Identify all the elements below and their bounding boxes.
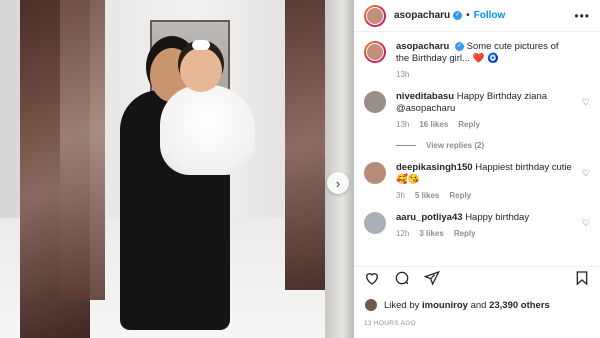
post-photo[interactable]: › (0, 0, 354, 338)
heart-icon[interactable]: ♡ (582, 97, 590, 108)
caption-username[interactable]: asopacharu (396, 41, 449, 52)
heart-icon[interactable]: ♡ (582, 168, 590, 179)
likes-summary: Liked by imouniroy and 23,390 others (364, 298, 590, 312)
action-bar (354, 266, 600, 294)
photo-marble-wall-right (285, 0, 325, 290)
author-username[interactable]: asopacharu (394, 10, 450, 21)
post-side-panel: asopacharu ✓ • Follow ••• asopacharu ✓ S… (354, 0, 600, 338)
comment-item: aaru_potliya43 Happy birthday 12h 3 like… (364, 212, 590, 240)
likes-count[interactable]: 23,390 others (489, 300, 550, 311)
instagram-post-frame: › asopacharu ✓ • Follow ••• asopacharu ✓… (0, 0, 600, 338)
comment-likes[interactable]: 16 likes (419, 119, 448, 131)
photo-baby-dress (160, 85, 255, 175)
photo-baby-head (180, 48, 222, 92)
photo-elevator-door (325, 0, 354, 338)
comment-username[interactable]: niveditabasu (396, 91, 454, 102)
reply-button[interactable]: Reply (458, 119, 480, 131)
verified-icon: ✓ (454, 41, 464, 51)
follow-button[interactable]: Follow (474, 10, 506, 21)
post-timestamp: 13 HOURS AGO (364, 320, 417, 327)
likes-prefix: Liked by (384, 299, 420, 311)
comment-username[interactable]: deepikasingh150 (396, 162, 473, 173)
like-button[interactable] (364, 270, 380, 291)
comment-username[interactable]: aaru_potliya43 (396, 212, 463, 223)
share-icon (423, 270, 440, 286)
header-separator: • (466, 10, 470, 21)
comment-likes[interactable]: 5 likes (415, 190, 439, 202)
likes-and: and (470, 299, 487, 311)
comment-time: 12h (396, 229, 410, 238)
photo-marble-wall-left-2 (60, 0, 105, 300)
caption: asopacharu ✓ Some cute pictures of the B… (364, 41, 590, 81)
comment-item: niveditabasu Happy Birthday ziana @asopa… (364, 91, 590, 131)
reply-button[interactable]: Reply (454, 228, 476, 240)
commenter-avatar[interactable] (364, 91, 386, 113)
heart-icon (365, 273, 379, 285)
liker-avatar[interactable] (364, 298, 378, 312)
author-avatar[interactable] (364, 4, 386, 27)
more-icon[interactable]: ••• (574, 9, 590, 23)
comment-icon (395, 271, 409, 285)
post-header: asopacharu ✓ • Follow ••• (354, 0, 600, 32)
caption-emojis: ❤️ 🧿 (472, 53, 499, 64)
comment-time: 3h (396, 191, 405, 200)
comment-text: Happy birthday (465, 212, 530, 223)
caption-time: 13h (396, 70, 410, 79)
caption-avatar[interactable] (364, 41, 386, 63)
comments-section[interactable]: asopacharu ✓ Some cute pictures of the B… (354, 33, 600, 265)
next-arrow-icon[interactable]: › (327, 172, 349, 194)
comment-likes[interactable]: 3 likes (419, 228, 443, 240)
comment-item: deepikasingh150 Happiest birthday cutie … (364, 162, 590, 202)
heart-icon[interactable]: ♡ (582, 218, 590, 229)
save-button[interactable] (574, 270, 590, 291)
verified-icon: ✓ (453, 11, 463, 20)
reply-button[interactable]: Reply (449, 190, 471, 202)
comment-button[interactable] (394, 270, 410, 291)
share-button[interactable] (423, 270, 440, 291)
view-replies-line (396, 145, 416, 146)
view-replies-label: View replies (2) (426, 141, 485, 150)
bookmark-icon (576, 271, 588, 286)
comment-time: 13h (396, 120, 410, 129)
commenter-avatar[interactable] (364, 162, 386, 184)
view-replies-button[interactable]: View replies (2) (396, 141, 590, 150)
photo-baby-bow (192, 40, 210, 50)
commenter-avatar[interactable] (364, 212, 386, 234)
liker-username[interactable]: imouniroy (422, 300, 468, 311)
